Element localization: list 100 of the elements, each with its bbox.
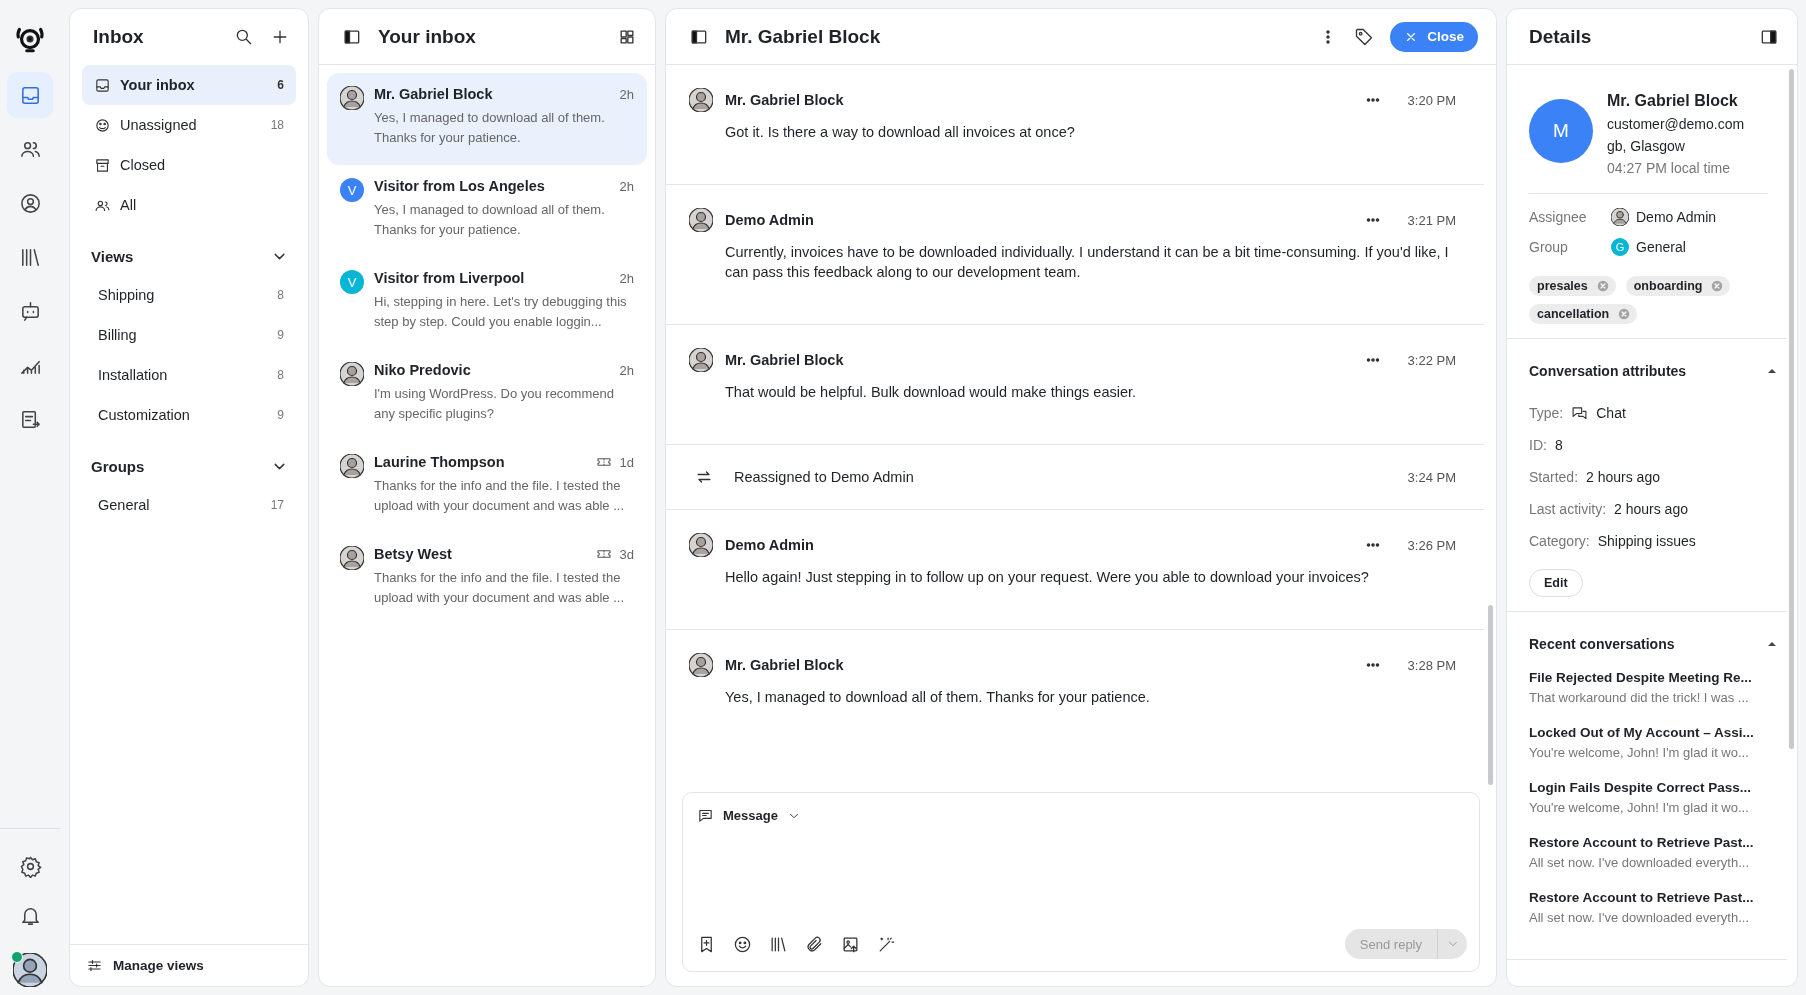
chat-bubbles-icon: [1571, 404, 1589, 422]
recent-conversation[interactable]: Restore Account to Retrieve Past... All set now. I've downloaded everyth...: [1529, 890, 1787, 925]
view-item[interactable]: Billing 9: [82, 315, 296, 355]
conversation-subject: Login Fails Despite Correct Pass...: [1529, 780, 1753, 795]
message-text: Currently, invoices have to be downloaded individually. I understand it can be a bit time-consuming. If you'd like, I can pass this feedback along to our development team.: [725, 243, 1450, 282]
message-preview: You're welcome, John! I'm glad it wo...: [1529, 745, 1750, 760]
avatar-silhouette: [689, 348, 713, 372]
attribute-label: Category:: [1529, 533, 1590, 549]
letter-avatar: V: [340, 270, 364, 294]
contact-name: Laurine Thompson: [374, 454, 506, 470]
contact-name: Betsy West: [374, 546, 453, 562]
user-circle-icon: [18, 191, 42, 215]
sliders-icon: [86, 957, 103, 974]
recent-conversation[interactable]: Restore Account to Retrieve Past... All set now. I've downloaded everyth...: [1529, 835, 1787, 870]
message-time: 3:21 PM: [1407, 212, 1456, 228]
close-button[interactable]: Close: [1390, 21, 1478, 52]
message-preview: Hi, stepping in here. Let's try debugging this step by step. Could you enable loggin...: [374, 293, 628, 331]
user-avatar[interactable]: [13, 953, 47, 987]
recent-conversation[interactable]: Login Fails Despite Correct Pass... You're welcome, John! I'm glad it wo...: [1529, 780, 1787, 815]
message-preview: You're welcome, John! I'm glad it wo...: [1529, 800, 1750, 815]
section-header[interactable]: Recent conversations: [1529, 636, 1787, 652]
contact-name: Niko Predovic: [374, 362, 472, 378]
message-preview: Thanks for the info and the file. I tested the upload with your document and was able ...: [374, 569, 626, 607]
avatar-silhouette: [340, 546, 364, 570]
conversation-item[interactable]: Niko Predovic 2h I'm using WordPress. Do you recommend any specific plugins?: [327, 349, 647, 441]
attribute-label: Type:: [1529, 405, 1564, 421]
message-author: Demo Admin: [725, 537, 815, 553]
group-name[interactable]: General: [1636, 239, 1686, 255]
message-author: Mr. Gabriel Block: [725, 92, 845, 108]
conversation-time: 2h: [619, 178, 634, 194]
assignee-name[interactable]: Demo Admin: [1636, 209, 1717, 225]
conversation-item[interactable]: Mr. Gabriel Block 2h Yes, I managed to download all of them. Thanks for your patience.: [327, 73, 647, 165]
contact-location: gb, Glasgow: [1607, 137, 1686, 156]
attribute-value: Shipping issues: [1597, 533, 1696, 549]
conversation-item[interactable]: Laurine Thompson 1d Thanks for the info and the file. I tested the upload with your document and was able ...: [327, 441, 647, 533]
paperclip-icon[interactable]: [805, 934, 824, 954]
inbox-nav-item[interactable]: Closed: [82, 145, 296, 185]
section-header[interactable]: Views: [70, 241, 308, 271]
avatar-silhouette: [1611, 208, 1629, 226]
avatar-silhouette: [689, 653, 713, 677]
view-item[interactable]: General 17: [82, 485, 296, 525]
archive-icon: [94, 156, 111, 174]
inbox-nav-item[interactable]: Unassigned 18: [82, 105, 296, 145]
message-text: Hello again! Just stepping in to follow up on your request. Were you able to download your invoices?: [725, 568, 1370, 587]
section-header[interactable]: Conversation attributes: [1529, 363, 1787, 379]
inbox-nav-item[interactable]: All: [82, 185, 296, 225]
settings-icon[interactable]: [18, 855, 42, 878]
event-text: Reassigned to Demo Admin: [734, 469, 915, 485]
message-preview: Yes, I managed to download all of them. Thanks for your patience.: [374, 201, 606, 239]
conversation-item[interactable]: V Visitor from Los Angeles 2h Yes, I managed to download all of them. Thanks for your patience.: [327, 165, 647, 257]
field-label: Group: [1529, 239, 1569, 255]
section-header[interactable]: Groups: [70, 451, 308, 481]
view-item[interactable]: Customization 9: [82, 395, 296, 435]
local-time: 04:27 PM local time: [1607, 159, 1731, 178]
avatar-silhouette: [689, 208, 713, 232]
avatar-silhouette: [340, 362, 364, 386]
conversation-time: 3d: [619, 546, 634, 562]
recent-conversation[interactable]: Locked Out of My Account – Assi... You're welcome, John! I'm glad it wo...: [1529, 725, 1787, 760]
attribute-label: Started:: [1529, 469, 1579, 485]
avatar-silhouette: [340, 454, 364, 478]
conversation-time: 2h: [619, 270, 634, 286]
recent-conversation[interactable]: File Rejected Despite Meeting Re... That workaround did the trick! I was ...: [1529, 670, 1787, 705]
letter-avatar: V: [340, 178, 364, 202]
tag-chip[interactable]: presales: [1529, 276, 1616, 296]
contact-avatar: M: [1529, 99, 1593, 163]
emoji-icon[interactable]: [733, 934, 752, 954]
conversation-subject: Restore Account to Retrieve Past...: [1529, 835, 1755, 850]
attribute-value: 2 hours ago: [1614, 501, 1688, 517]
conversation-title: Mr. Gabriel Block: [725, 25, 881, 48]
conversation-item[interactable]: Betsy West 3d Thanks for the info and the file. I tested the upload with your document and was able ...: [327, 533, 647, 625]
message-author: Mr. Gabriel Block: [725, 657, 845, 673]
message-text: Got it. Is there a way to download all invoices at once?: [725, 123, 1076, 142]
rail-button[interactable]: [7, 72, 53, 118]
avatar-silhouette: [689, 88, 713, 112]
panel-title: Inbox: [93, 26, 144, 48]
message-mode-dropdown[interactable]: Message: [697, 807, 801, 824]
message-text: Yes, I managed to download all of them. Thanks for your patience.: [725, 688, 1151, 707]
message-author: Demo Admin: [725, 212, 815, 228]
contact-email: customer@demo.com: [1607, 115, 1745, 134]
tag-chip[interactable]: onboarding: [1625, 276, 1731, 296]
message-time: 3:26 PM: [1407, 537, 1456, 553]
conversation-subject: Locked Out of My Account – Assi...: [1529, 725, 1755, 740]
view-item[interactable]: Shipping 8: [82, 275, 296, 315]
conversation-subject: Restore Account to Retrieve Past...: [1529, 890, 1755, 905]
message-preview: Yes, I managed to download all of them. Thanks for your patience.: [374, 109, 606, 147]
avatar-silhouette: [340, 86, 364, 110]
reply-composer[interactable]: Message Send reply: [682, 792, 1480, 972]
message-preview: That workaround did the trick! I was ...: [1529, 690, 1750, 705]
manage-views-button[interactable]: Manage views: [70, 944, 308, 986]
message-preview: Thanks for the info and the file. I tested the upload with your document and was able ...: [374, 477, 626, 515]
conversation-item[interactable]: V Visitor from Liverpool 2h Hi, stepping in here. Let's try debugging this step by step. Could you enable loggin...: [327, 257, 647, 349]
inbox-nav-item[interactable]: Your inbox 6: [82, 65, 296, 105]
contact-name: Visitor from Liverpool: [374, 270, 526, 286]
search-icon[interactable]: [234, 27, 254, 47]
view-item[interactable]: Installation 8: [82, 355, 296, 395]
attribute-label: Last activity:: [1529, 501, 1607, 517]
tag-chip[interactable]: cancellation: [1529, 304, 1638, 324]
tag-icon[interactable]: [1354, 26, 1375, 47]
conversation-time: 2h: [619, 362, 634, 378]
attribute-value: 2 hours ago: [1586, 469, 1660, 485]
